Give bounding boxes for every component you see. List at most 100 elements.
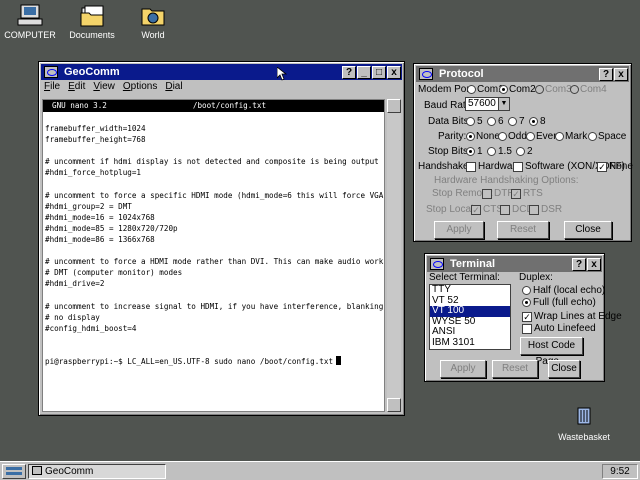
terminal-type-list[interactable]: TTY VT 52 VT 100 WYSE 50 ANSI IBM 3101 bbox=[429, 284, 511, 350]
terminal-close-button[interactable]: Close bbox=[548, 360, 580, 378]
handshake-software-checkbox[interactable] bbox=[513, 162, 523, 172]
handshake-hardware-checkbox[interactable] bbox=[466, 162, 476, 172]
terminal-line: # DMT (computer monitor) modes bbox=[45, 268, 183, 278]
baud-rate-value: 57600 bbox=[468, 98, 496, 109]
parity-odd-radio[interactable] bbox=[498, 132, 507, 141]
help-button[interactable]: ? bbox=[599, 67, 613, 81]
baud-rate-select[interactable]: 57600 ▼ bbox=[465, 97, 510, 111]
window-title: Protocol bbox=[439, 68, 484, 80]
terminal-output[interactable]: GNU nano 3.2/boot/config.txt framebuffer… bbox=[42, 99, 385, 412]
geocomm-titlebar[interactable]: GeoComm ? _ □ x bbox=[41, 64, 402, 80]
data-bits-5-radio[interactable] bbox=[466, 117, 475, 126]
vertical-scrollbar[interactable] bbox=[387, 99, 401, 412]
protocol-apply-button[interactable]: Apply bbox=[434, 221, 484, 239]
duplex-label: Duplex: bbox=[519, 272, 553, 283]
protocol-window: Protocol ? x Modem Port: Com1 Com2 Com3 … bbox=[413, 63, 633, 242]
duplex-full-radio[interactable] bbox=[522, 298, 531, 307]
minimize-button[interactable]: _ bbox=[357, 65, 371, 79]
terminal-lines: framebuffer_width=1024 framebuffer_height… bbox=[43, 112, 384, 367]
nano-header: GNU nano 3.2/boot/config.txt bbox=[43, 100, 384, 112]
wrap-lines-checkbox[interactable]: ✓ bbox=[522, 312, 532, 322]
stop-bits-2-radio[interactable] bbox=[516, 147, 525, 156]
stop-bits-label: Stop Bits: bbox=[428, 146, 471, 157]
parity-even-radio[interactable] bbox=[526, 132, 535, 141]
close-button[interactable]: x bbox=[587, 257, 601, 271]
desktop-icon-wastebasket[interactable]: Wastebasket bbox=[554, 406, 614, 442]
list-item[interactable]: ANSI bbox=[430, 326, 510, 338]
data-bits-5-label: 5 bbox=[477, 116, 483, 127]
menu-edit[interactable]: Edit bbox=[68, 81, 85, 95]
window-title: GeoComm bbox=[64, 66, 120, 78]
help-button[interactable]: ? bbox=[342, 65, 356, 79]
data-bits-7-radio[interactable] bbox=[508, 117, 517, 126]
maximize-button[interactable]: □ bbox=[372, 65, 386, 79]
stop-remote-rts-label: RTS bbox=[523, 188, 543, 199]
com3-radio[interactable] bbox=[535, 85, 544, 94]
host-code-page-button[interactable]: Host Code Page... bbox=[520, 337, 583, 367]
handshake-none-checkbox[interactable]: ✓ bbox=[597, 162, 607, 172]
stop-remote-dtr-checkbox[interactable] bbox=[482, 189, 492, 199]
com1-radio[interactable] bbox=[467, 85, 476, 94]
parity-mark-radio[interactable] bbox=[555, 132, 564, 141]
desktop-icon-label: Wastebasket bbox=[558, 432, 610, 442]
scroll-up-button[interactable] bbox=[387, 99, 401, 113]
menu-bar: File Edit View Options Dial bbox=[42, 81, 183, 95]
stop-local-dcd-checkbox[interactable] bbox=[500, 205, 510, 215]
taskbar: GeoComm 9:52 PM bbox=[0, 461, 640, 480]
stop-remote-rts-checkbox[interactable]: ✓ bbox=[511, 189, 521, 199]
terminal-reset-button[interactable]: Reset bbox=[492, 360, 538, 378]
data-bits-6-radio[interactable] bbox=[487, 117, 496, 126]
geocomm-app-icon[interactable] bbox=[44, 66, 58, 78]
list-item[interactable]: VT 100 bbox=[430, 305, 510, 317]
help-button[interactable]: ? bbox=[572, 257, 586, 271]
terminal-line: framebuffer_height=768 bbox=[45, 135, 146, 145]
menu-options[interactable]: Options bbox=[123, 81, 157, 95]
menu-file[interactable]: File bbox=[44, 81, 60, 95]
terminal-apply-button[interactable]: Apply bbox=[440, 360, 486, 378]
scroll-down-button[interactable] bbox=[387, 398, 401, 412]
parity-space-label: Space bbox=[598, 131, 627, 142]
taskbar-task-geocomm[interactable]: GeoComm bbox=[28, 464, 166, 479]
duplex-half-radio[interactable] bbox=[522, 286, 531, 295]
desktop-icon-world[interactable]: World bbox=[123, 4, 183, 40]
terminal-line: # uncomment to force a specific HDMI mod… bbox=[45, 190, 385, 200]
protocol-reset-button[interactable]: Reset bbox=[497, 221, 549, 239]
com2-radio[interactable] bbox=[499, 85, 508, 94]
protocol-app-icon[interactable] bbox=[419, 68, 433, 80]
taskbar-clock[interactable]: 9:52 PM bbox=[602, 464, 638, 480]
stop-bits-1-radio[interactable] bbox=[466, 147, 475, 156]
wrap-lines-label: Wrap Lines at Edge bbox=[534, 311, 622, 322]
stop-bits-1-5-radio[interactable] bbox=[487, 147, 496, 156]
parity-none-radio[interactable] bbox=[466, 132, 475, 141]
menu-view[interactable]: View bbox=[93, 81, 115, 95]
terminal-app-icon[interactable] bbox=[430, 258, 444, 270]
terminal-titlebar[interactable]: Terminal ? x bbox=[427, 256, 602, 272]
protocol-titlebar[interactable]: Protocol ? x bbox=[416, 66, 629, 82]
data-bits-8-label: 8 bbox=[540, 116, 546, 127]
world-folder-icon bbox=[139, 4, 167, 28]
data-bits-7-label: 7 bbox=[519, 116, 525, 127]
data-bits-8-radio[interactable] bbox=[529, 117, 538, 126]
parity-space-radio[interactable] bbox=[588, 132, 597, 141]
terminal-line: #hdmi_mode=85 = 1280x720/720p bbox=[45, 223, 178, 233]
start-button[interactable] bbox=[2, 464, 26, 479]
auto-linefeed-checkbox[interactable] bbox=[522, 324, 532, 334]
chevron-down-icon: ▼ bbox=[498, 98, 509, 110]
close-button[interactable]: x bbox=[614, 67, 628, 81]
protocol-close-button[interactable]: Close bbox=[564, 221, 612, 239]
stop-local-cts-checkbox[interactable]: ✓ bbox=[471, 205, 481, 215]
parity-odd-label: Odd bbox=[508, 131, 527, 142]
handshake-label: Handshake: bbox=[418, 161, 472, 172]
com4-radio[interactable] bbox=[570, 85, 579, 94]
com2-label: Com2 bbox=[509, 84, 536, 95]
list-item[interactable]: IBM 3101 bbox=[430, 337, 510, 349]
list-item[interactable]: TTY bbox=[430, 284, 510, 296]
terminal-line: #config_hdmi_boost=4 bbox=[45, 323, 137, 333]
desktop-icon-computer[interactable]: COMPUTER bbox=[0, 4, 60, 40]
desktop-icon-documents[interactable]: Documents bbox=[62, 4, 122, 40]
terminal-line: #hdmi_mode=16 = 1024x768 bbox=[45, 212, 155, 222]
close-button[interactable]: x bbox=[387, 65, 401, 79]
stop-local-dsr-checkbox[interactable] bbox=[529, 205, 539, 215]
menu-dial[interactable]: Dial bbox=[165, 81, 182, 95]
